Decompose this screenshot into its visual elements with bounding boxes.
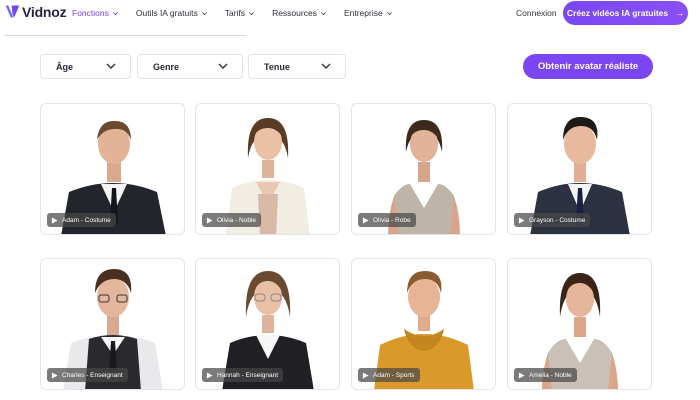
menu-item-label: Outils IA gratuits (135, 8, 198, 18)
avatar-name: Amelia - Noble (529, 371, 572, 379)
avatar-name: Grayson - Costume (529, 216, 586, 224)
play-icon (362, 371, 369, 379)
menu-divider (4, 35, 246, 36)
avatar-label-tag: Adam - Sports (358, 368, 420, 382)
avatar-card[interactable]: Olivia - Robe (351, 103, 496, 235)
play-icon (518, 216, 525, 224)
arrow-right-icon: → (675, 8, 685, 18)
chevron-down-icon (386, 11, 392, 15)
menu-item-fonctions[interactable]: Fonctions (72, 8, 119, 18)
chevron-down-icon (321, 63, 331, 69)
chevron-down-icon (112, 11, 118, 15)
main-menu: Fonctions Outils IA gratuits Tarifs Ress… (72, 8, 410, 18)
vidnoz-logo[interactable]: Vidnoz (4, 3, 67, 20)
filter-label: Tenue (264, 61, 290, 72)
play-icon (206, 371, 213, 379)
avatar-label-tag: Amelia - Noble (514, 368, 577, 382)
avatar-label-tag: Adam - Costume (47, 213, 116, 227)
create-free-videos-button[interactable]: Créez vidéos IA gratuites → (563, 1, 688, 25)
avatar-name: Charles - Enseignant (62, 371, 123, 379)
filter-label: Genre (153, 61, 180, 72)
chevron-down-icon (249, 11, 255, 15)
avatar-card[interactable]: Olivia - Noble (195, 103, 340, 235)
avatar-label-tag: Grayson - Costume (514, 213, 591, 227)
cta-label: Créez vidéos IA gratuites (566, 8, 669, 18)
gender-filter-dropdown[interactable]: Genre (137, 54, 243, 79)
play-icon (206, 216, 213, 224)
play-icon (51, 216, 58, 224)
age-filter-dropdown[interactable]: Âge (40, 54, 131, 79)
menu-item-entreprise[interactable]: Entreprise (344, 8, 393, 18)
menu-item-label: Fonctions (72, 8, 109, 18)
menu-item-tarifs[interactable]: Tarifs (225, 8, 255, 18)
avatar-card[interactable]: Grayson - Costume (507, 103, 652, 235)
avatar-name: Hannah - Enseignant (217, 371, 279, 379)
menu-item-label: Entreprise (343, 8, 383, 18)
avatar-name: Adam - Sports (373, 371, 415, 379)
filter-label: Âge (56, 61, 74, 72)
chevron-down-icon (218, 63, 228, 69)
chevron-down-icon (201, 11, 207, 15)
menu-item-label: Ressources (272, 8, 317, 18)
avatar-card[interactable]: Adam - Costume (40, 103, 185, 235)
play-icon (362, 216, 369, 224)
chevron-down-icon (321, 11, 326, 15)
avatar-name: Olivia - Noble (217, 216, 257, 224)
avatar-card[interactable]: Adam - Sports (351, 258, 496, 390)
play-icon (518, 371, 525, 379)
menu-item-outils-ia[interactable]: Outils IA gratuits (136, 8, 208, 18)
menu-item-label: Tarifs (224, 8, 246, 18)
avatar-card[interactable]: Charles - Enseignant (40, 258, 185, 390)
avatar-card[interactable]: Hannah - Enseignant (195, 258, 340, 390)
avatar-label-tag: Olivia - Noble (202, 213, 262, 227)
outfit-filter-dropdown[interactable]: Tenue (248, 54, 346, 79)
chevron-down-icon (106, 63, 116, 69)
brand-name: Vidnoz (22, 3, 67, 20)
login-link[interactable]: Connexion (516, 8, 557, 18)
play-icon (51, 371, 58, 379)
avatar-label-tag: Hannah - Enseignant (202, 368, 284, 382)
vidnoz-logo-icon (5, 5, 20, 18)
avatar-name: Adam - Costume (62, 216, 111, 224)
top-navigation: Vidnoz Fonctions Outils IA gratuits Tari… (0, 0, 700, 27)
avatar-label-tag: Olivia - Robe (358, 213, 416, 227)
avatar-card[interactable]: Amelia - Noble (507, 258, 652, 390)
menu-item-ressources[interactable]: Ressources (272, 8, 327, 18)
avatar-label-tag: Charles - Enseignant (47, 368, 128, 382)
get-realistic-avatar-button[interactable]: Obtenir avatar réaliste (523, 54, 653, 79)
avatar-name: Olivia - Robe (373, 216, 411, 224)
